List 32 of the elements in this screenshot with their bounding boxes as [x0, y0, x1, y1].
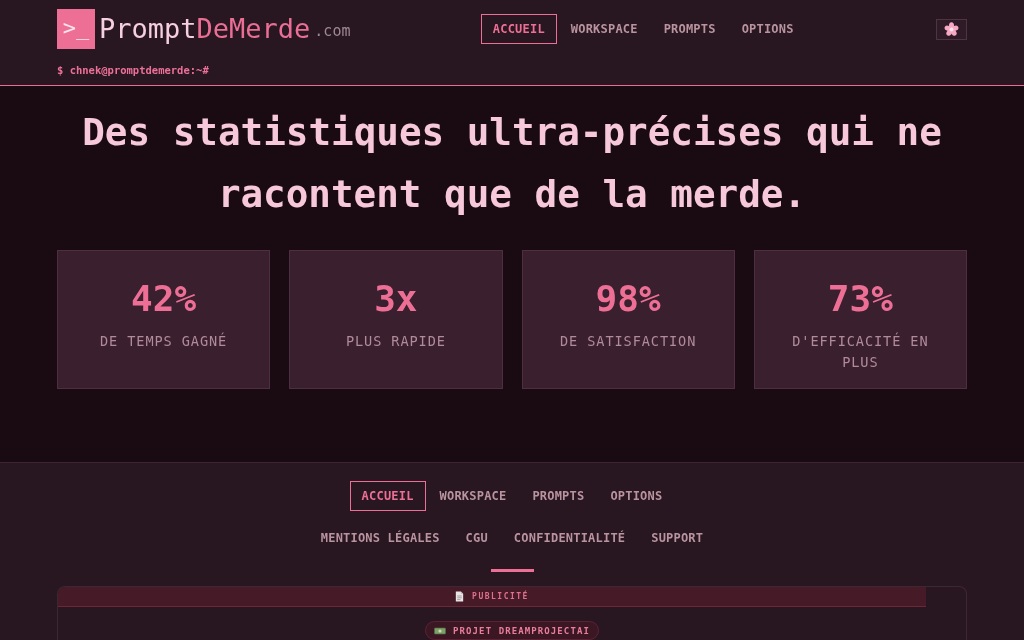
- stat-value: 98%: [594, 277, 662, 321]
- logo-wordmark: PromptDeMerde: [99, 12, 311, 46]
- sponsor-link[interactable]: PROJET DREAMPROJECTAI: [425, 621, 599, 640]
- logo-domain: .com: [314, 20, 351, 41]
- stat-value: 73%: [826, 277, 894, 321]
- hero-heading: Des statistiques ultra-précises qui ne racontent que de la merde.: [81, 109, 943, 218]
- stat-label: DE TEMPS GAGNÉ: [99, 331, 229, 351]
- nav-link[interactable]: WORKSPACE: [427, 481, 519, 511]
- shell-prompt: $ chnek@promptdemerde:~#: [57, 63, 209, 77]
- footer-link[interactable]: MENTIONS LÉGALES: [320, 528, 440, 548]
- nav-link[interactable]: ACCUEIL: [349, 481, 426, 511]
- nav-link[interactable]: PROMPTS: [520, 481, 597, 511]
- stat-value: 42%: [130, 277, 198, 321]
- theme-toggle-button[interactable]: [936, 18, 967, 40]
- stat-label: PLUS RAPIDE: [344, 332, 447, 351]
- nav-link[interactable]: WORKSPACE: [558, 14, 650, 44]
- footer-link[interactable]: SUPPORT: [651, 528, 704, 548]
- nav-link[interactable]: OPTIONS: [729, 14, 806, 44]
- document-icon: [455, 591, 465, 602]
- nav-link[interactable]: OPTIONS: [598, 481, 675, 511]
- flower-icon: [944, 21, 959, 37]
- nav-link[interactable]: ACCUEIL: [480, 14, 557, 44]
- nav-link[interactable]: PROMPTS: [651, 14, 728, 44]
- stat-label: D'EFFICACITÉ EN PLUS: [791, 331, 930, 372]
- accent-bar: [490, 569, 534, 572]
- footer-link[interactable]: CONFIDENTIALITÉ: [513, 528, 626, 548]
- stat-value: 3x: [373, 277, 419, 321]
- footer-link[interactable]: CGU: [465, 528, 488, 548]
- banknote-icon: [434, 626, 447, 635]
- ad-label: PUBLICITÉ: [472, 590, 529, 603]
- logo-mark: >_: [57, 9, 95, 49]
- stat-label: DE SATISFACTION: [559, 332, 698, 351]
